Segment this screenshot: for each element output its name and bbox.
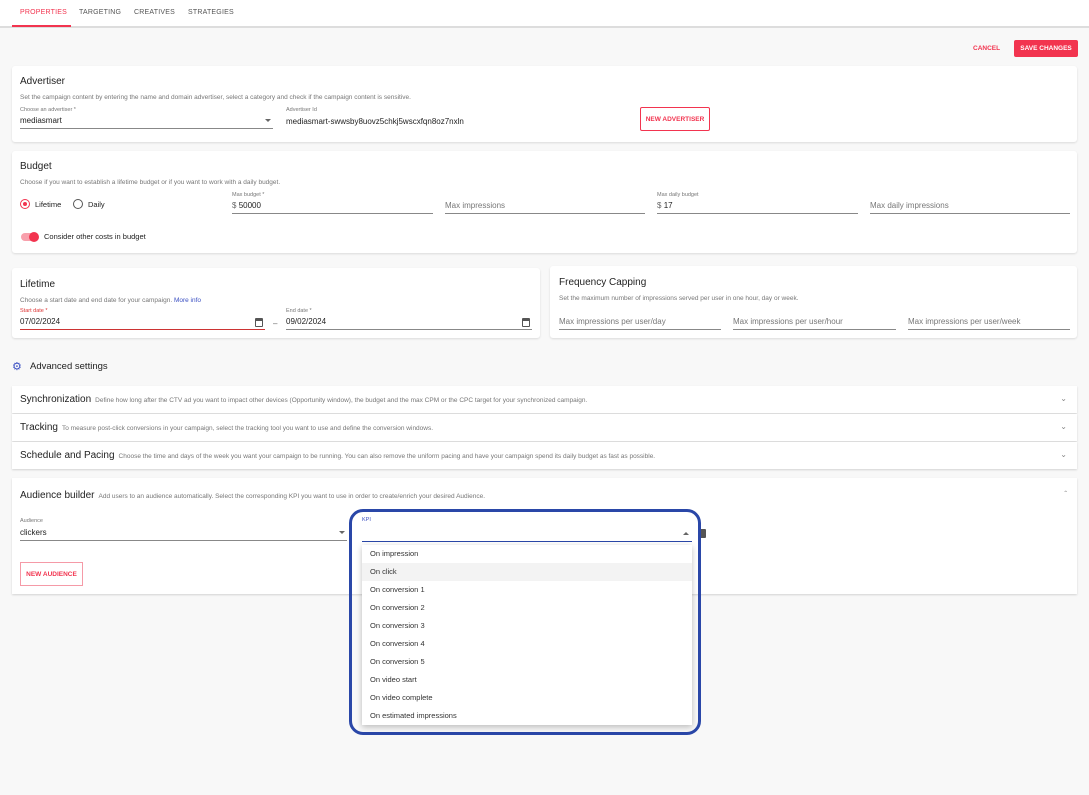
radio-daily-label: Daily [88,200,105,209]
section-title: Tracking [20,422,58,433]
section-title: Schedule and Pacing [20,450,115,461]
tracking-section[interactable]: Tracking To measure post-click conversion… [12,414,1077,441]
advertiser-desc: Set the campaign content by entering the… [20,94,411,101]
advertiser-card: Advertiser Set the campaign content by e… [12,66,1077,142]
kpi-option[interactable]: On conversion 2 [362,599,692,617]
tab-properties[interactable]: PROPERTIES [20,9,67,16]
chevron-down-icon[interactable]: ⌄ [1060,394,1067,403]
kpi-dropdown-menu: On impression On click On conversion 1 O… [362,545,692,725]
advanced-settings-title: Advanced settings [30,361,108,372]
kpi-option[interactable]: On video complete [362,689,692,707]
dropdown-arrow-up-icon [683,532,689,535]
impressions-per-day-input[interactable]: Max impressions per user/day [559,316,721,330]
section-title: Audience builder [20,490,95,501]
kpi-option[interactable]: On conversion 3 [362,617,692,635]
radio-daily[interactable] [73,199,83,209]
dropdown-arrow-icon [265,119,271,122]
lifetime-card: Lifetime Choose a start date and end dat… [12,268,540,338]
new-advertiser-button[interactable]: NEW ADVERTISER [640,107,710,131]
synchronization-section[interactable]: Synchronization Define how long after the… [12,386,1077,413]
advertiser-select[interactable]: mediasmart [20,115,273,129]
section-desc: Choose the time and days of the week you… [118,453,656,460]
radio-lifetime-label: Lifetime [35,200,62,209]
date-separator: – [273,319,278,328]
lifetime-title: Lifetime [20,279,56,290]
kpi-option[interactable]: On conversion 4 [362,635,692,653]
max-budget-label: Max budget * [232,192,265,198]
section-desc: Define how long after the CTV ad you wan… [95,397,588,404]
audience-select[interactable]: clickers [20,527,347,541]
kpi-option[interactable]: On conversion 1 [362,581,692,599]
max-daily-budget-input[interactable]: $ 17 [657,200,858,214]
gear-icon: ⚙ [12,361,22,373]
schedule-pacing-section[interactable]: Schedule and Pacing Choose the time and d… [12,442,1077,469]
max-daily-budget-label: Max daily budget [657,192,699,198]
start-date-label: Start date * [20,308,48,314]
frequency-title: Frequency Capping [559,277,647,288]
active-tab-indicator [12,25,71,27]
audience-label: Audience [20,518,43,524]
calendar-icon[interactable] [522,318,530,327]
impressions-per-week-input[interactable]: Max impressions per user/week [908,316,1070,330]
radio-lifetime[interactable] [20,199,30,209]
chevron-up-icon[interactable]: ˆ [1064,490,1067,499]
cancel-button[interactable]: CANCEL [973,45,1000,52]
frequency-capping-card: Frequency Capping Set the maximum number… [550,266,1077,338]
frequency-desc: Set the maximum number of impressions se… [559,295,799,302]
kpi-option[interactable]: On video start [362,671,692,689]
kpi-option[interactable]: On impression [362,545,692,563]
lifetime-desc: Choose a start date and end date for you… [20,297,202,304]
kpi-option[interactable]: On click [362,563,692,581]
costs-toggle[interactable] [21,232,39,242]
tab-targeting[interactable]: TARGETING [79,9,121,16]
start-date-input[interactable]: 07/02/2024 [20,316,265,330]
advertiser-value: mediasmart [20,116,62,125]
calendar-icon[interactable] [255,318,263,327]
tab-strategies[interactable]: STRATEGIES [188,9,234,16]
end-date-input[interactable]: 09/02/2024 [286,316,532,330]
tab-creatives[interactable]: CREATIVES [134,9,175,16]
max-impressions-input[interactable]: Max impressions [445,200,645,214]
chevron-down-icon[interactable]: ⌄ [1060,450,1067,459]
kpi-option[interactable]: On conversion 5 [362,653,692,671]
costs-toggle-label: Consider other costs in budget [44,232,146,241]
section-title: Synchronization [20,394,92,405]
advertiser-select-label: Choose an advertiser * [20,107,76,113]
impressions-per-hour-input[interactable]: Max impressions per user/hour [733,316,896,330]
advertiser-id-label: Advertiser Id [286,107,317,113]
end-date-label: End date * [286,308,312,314]
kpi-label: KPI [362,517,371,523]
kpi-select[interactable] [362,527,692,542]
budget-card: Budget Choose if you want to establish a… [12,151,1077,253]
budget-title: Budget [20,161,52,172]
section-desc: Add users to an audience automatically. … [98,493,486,500]
kpi-option[interactable]: On estimated impressions [362,707,692,725]
tab-bar: PROPERTIES TARGETING CREATIVES STRATEGIE… [0,0,1089,28]
chevron-down-icon[interactable]: ⌄ [1060,422,1067,431]
save-changes-button[interactable]: SAVE CHANGES [1014,40,1078,57]
max-budget-input[interactable]: $ 50000 [232,200,433,214]
advertiser-id-value: mediasmart-swwsby8uovz5chkj5wscxfqn8oz7n… [286,117,464,126]
budget-desc: Choose if you want to establish a lifeti… [20,179,281,186]
more-info-link[interactable]: More info [174,297,201,304]
advertiser-title: Advertiser [20,76,66,87]
section-desc: To measure post-click conversions in you… [61,425,434,432]
new-audience-button[interactable]: NEW AUDIENCE [20,562,83,586]
max-daily-impressions-input[interactable]: Max daily impressions [870,200,1070,214]
